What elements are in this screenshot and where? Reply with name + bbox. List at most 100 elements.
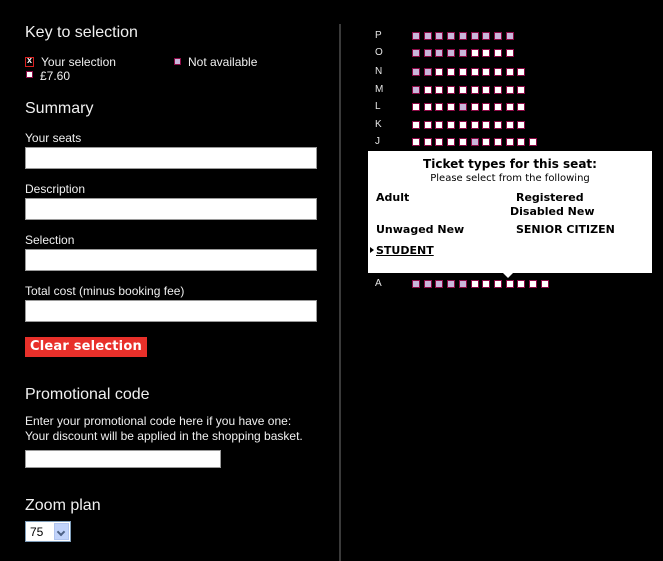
seat-p-1-unavailable — [412, 32, 420, 40]
ticket-option-student[interactable]: STUDENT — [376, 244, 434, 258]
seat-p-8-unavailable — [494, 32, 502, 40]
seat-o-9-available[interactable] — [506, 49, 514, 57]
seat-j-6-unavailable — [471, 138, 479, 146]
seat-n-4-available[interactable] — [447, 68, 455, 76]
your-seats-label: Your seats — [25, 131, 82, 145]
seat-a-10-available[interactable] — [517, 280, 525, 288]
seat-o-3-unavailable — [435, 49, 443, 57]
seat-l-6-available[interactable] — [471, 103, 479, 111]
ticket-option-registered-disabled[interactable]: Registered Disabled New — [510, 191, 595, 219]
seat-k-2-available[interactable] — [424, 121, 432, 129]
row-label-m: M — [375, 84, 384, 95]
seat-m-8-available[interactable] — [494, 86, 502, 94]
seat-n-2-unavailable — [424, 68, 432, 76]
seat-j-3-available[interactable] — [435, 138, 443, 146]
seat-j-7-available[interactable] — [482, 138, 490, 146]
popup-subtitle: Please select from the following — [430, 173, 590, 184]
ticket-type-popup: Ticket types for this seat: Please selec… — [368, 151, 652, 278]
seat-j-5-available[interactable] — [459, 138, 467, 146]
seat-j-11-available[interactable] — [529, 138, 537, 146]
seat-o-2-unavailable — [424, 49, 432, 57]
seat-k-9-available[interactable] — [506, 121, 514, 129]
ticket-option-adult[interactable]: Adult — [376, 191, 409, 205]
zoom-plan-value: 75 — [30, 525, 44, 539]
seat-a-12-available[interactable] — [541, 280, 549, 288]
ticket-option-unwaged[interactable]: Unwaged New — [376, 223, 464, 237]
clear-selection-button[interactable]: Clear selection — [25, 337, 147, 357]
seat-k-4-available[interactable] — [447, 121, 455, 129]
seat-l-1-available[interactable] — [412, 103, 420, 111]
seat-m-9-available[interactable] — [506, 86, 514, 94]
seat-m-5-available[interactable] — [459, 86, 467, 94]
seat-p-6-unavailable — [471, 32, 479, 40]
seat-a-6-available[interactable] — [471, 280, 479, 288]
seat-l-4-available[interactable] — [447, 103, 455, 111]
seat-a-2-unavailable — [424, 280, 432, 288]
seat-a-1-unavailable — [412, 280, 420, 288]
seat-a-9-available[interactable] — [506, 280, 514, 288]
seat-n-8-available[interactable] — [494, 68, 502, 76]
seat-l-2-available[interactable] — [424, 103, 432, 111]
registered-line2: Disabled New — [510, 205, 595, 218]
seat-m-7-available[interactable] — [482, 86, 490, 94]
seat-p-4-unavailable — [447, 32, 455, 40]
row-label-n: N — [375, 66, 383, 77]
seat-a-11-available[interactable] — [529, 280, 537, 288]
seat-p-3-unavailable — [435, 32, 443, 40]
seat-a-7-available[interactable] — [482, 280, 490, 288]
seat-m-1-unavailable — [412, 86, 420, 94]
seat-n-3-available[interactable] — [435, 68, 443, 76]
popup-pointer — [503, 273, 513, 278]
seat-m-3-available[interactable] — [435, 86, 443, 94]
seat-k-1-available[interactable] — [412, 121, 420, 129]
seat-j-8-available[interactable] — [494, 138, 502, 146]
ticket-option-senior-citizen[interactable]: SENIOR CITIZEN — [516, 223, 615, 237]
seat-k-7-available[interactable] — [482, 121, 490, 129]
seat-j-9-available[interactable] — [506, 138, 514, 146]
seat-k-5-available[interactable] — [459, 121, 467, 129]
popup-title: Ticket types for this seat: — [423, 157, 597, 171]
your-selection-label: Your selection — [41, 55, 116, 69]
seat-l-8-available[interactable] — [494, 103, 502, 111]
zoom-plan-select[interactable]: 75 — [25, 521, 71, 542]
description-field[interactable] — [25, 198, 317, 220]
seat-m-6-available[interactable] — [471, 86, 479, 94]
seat-l-3-available[interactable] — [435, 103, 443, 111]
selection-field[interactable] — [25, 249, 317, 271]
seat-n-10-available[interactable] — [517, 68, 525, 76]
total-cost-label: Total cost (minus booking fee) — [25, 284, 185, 298]
seat-l-9-available[interactable] — [506, 103, 514, 111]
seat-n-5-available[interactable] — [459, 68, 467, 76]
total-cost-field[interactable] — [25, 300, 317, 322]
seat-n-7-available[interactable] — [482, 68, 490, 76]
seat-a-8-available[interactable] — [494, 280, 502, 288]
chevron-down-icon[interactable] — [54, 523, 69, 540]
seat-p-9-unavailable — [506, 32, 514, 40]
seat-o-7-available[interactable] — [482, 49, 490, 57]
seat-j-1-available[interactable] — [412, 138, 420, 146]
seat-a-3-unavailable — [435, 280, 443, 288]
seat-l-5-unavailable — [459, 103, 467, 111]
seat-n-9-available[interactable] — [506, 68, 514, 76]
seat-k-10-available[interactable] — [517, 121, 525, 129]
seat-n-6-available[interactable] — [471, 68, 479, 76]
promo-code-input[interactable] — [25, 450, 221, 468]
seat-l-10-available[interactable] — [517, 103, 525, 111]
your-seats-field[interactable] — [25, 147, 317, 169]
seat-k-8-available[interactable] — [494, 121, 502, 129]
seat-k-3-available[interactable] — [435, 121, 443, 129]
not-available-icon — [174, 58, 181, 65]
seat-j-2-available[interactable] — [424, 138, 432, 146]
seat-m-2-available[interactable] — [424, 86, 432, 94]
seat-m-10-available[interactable] — [517, 86, 525, 94]
seat-m-4-available[interactable] — [447, 86, 455, 94]
row-label-a: A — [375, 278, 382, 289]
summary-heading: Summary — [25, 100, 94, 117]
seat-l-7-available[interactable] — [482, 103, 490, 111]
seat-j-4-available[interactable] — [447, 138, 455, 146]
seat-o-6-available[interactable] — [471, 49, 479, 57]
seat-o-8-available[interactable] — [494, 49, 502, 57]
row-label-k: K — [375, 119, 382, 130]
seat-j-10-available[interactable] — [517, 138, 525, 146]
seat-k-6-available[interactable] — [471, 121, 479, 129]
